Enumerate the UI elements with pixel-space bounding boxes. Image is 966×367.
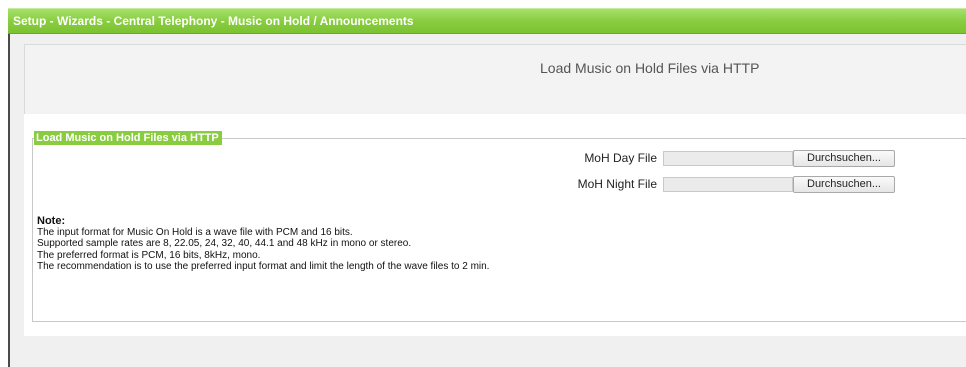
title-bar: Setup - Wizards - Central Telephony - Mu… (8, 8, 966, 34)
moh-day-file-browse-button[interactable]: Durchsuchen... (793, 150, 895, 167)
note-line: The preferred format is PCM, 16 bits, 8k… (37, 249, 261, 261)
note-title: Note: (37, 215, 66, 227)
note-block: Note: The input format for Music On Hold… (37, 215, 490, 272)
page: Setup - Wizards - Central Telephony - Mu… (0, 0, 966, 367)
note-line: The recommendation is to use the preferr… (37, 260, 490, 272)
moh-night-file-label: MoH Night File (577, 177, 657, 191)
breadcrumb: Setup - Wizards - Central Telephony - Mu… (13, 14, 414, 28)
moh-night-file-browse-button[interactable]: Durchsuchen... (793, 176, 895, 193)
moh-day-file-label: MoH Day File (584, 151, 657, 165)
note-line: The input format for Music On Hold is a … (37, 227, 353, 239)
note-line: Supported sample rates are 8, 22.05, 24,… (37, 238, 412, 250)
page-title: Load Music on Hold Files via HTTP (540, 60, 760, 76)
moh-day-file-input[interactable] (663, 151, 793, 166)
header-panel: Load Music on Hold Files via HTTP (24, 44, 966, 114)
fieldset-legend: Load Music on Hold Files via HTTP (34, 131, 222, 145)
moh-night-file-input[interactable] (663, 177, 793, 192)
top-strip (0, 0, 966, 8)
